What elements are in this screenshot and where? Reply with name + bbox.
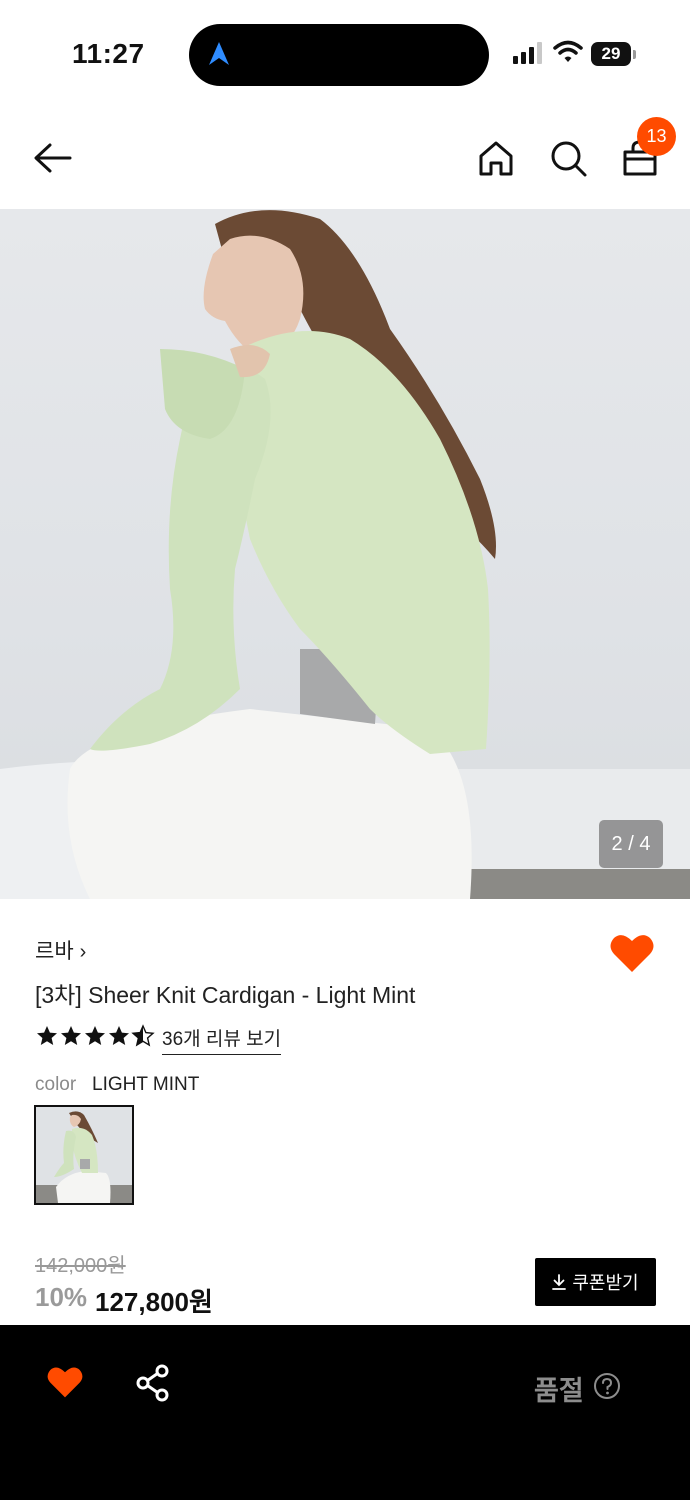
home-icon[interactable] [476,138,516,178]
battery-icon: 29 [591,42,631,66]
star-icon [109,1026,129,1045]
half-star-icon [131,1024,155,1047]
star-icon [61,1026,81,1045]
share-icon[interactable] [135,1364,171,1402]
back-arrow-icon[interactable] [30,138,74,178]
brand-link[interactable]: 르바 › [35,935,86,965]
sold-out-label: 품절 [534,1376,584,1406]
battery-level: 29 [601,44,621,63]
heart-icon[interactable] [46,1365,84,1399]
battery-cap [633,50,636,59]
star-icon [37,1026,57,1045]
color-swatch-thumbnail[interactable] [34,1105,134,1205]
discount-rate: 10% [35,1282,88,1312]
navigation-arrow-icon [209,42,229,65]
original-price: 142,000원 [35,1255,126,1277]
cellular-signal-icon [513,42,542,64]
star-icon [85,1026,105,1045]
dynamic-island [189,24,489,86]
top-nav [0,110,690,210]
clock: 11:27 [72,38,145,69]
wifi-icon [553,40,583,62]
image-page-counter: 2 / 4 [599,820,663,868]
status-bar: 11:27 29 [0,0,690,110]
product-image[interactable] [0,209,690,899]
help-question-icon[interactable] [593,1372,621,1400]
get-coupon-button[interactable]: 쿠폰받기 [535,1258,656,1306]
review-link[interactable]: 36개 리뷰 보기 [162,1024,282,1055]
bottom-action-bar: 품절 [0,1325,690,1500]
model-photo [0,210,690,899]
wishlist-heart-icon[interactable] [609,932,655,974]
brand-name: 르바 [35,940,74,963]
download-icon [552,1274,567,1290]
product-title: [3차] Sheer Knit Cardigan - Light Mint [35,982,416,1008]
sale-price: 127,800원 [95,1287,213,1317]
search-icon[interactable] [548,138,588,178]
swatch-photo [36,1107,132,1203]
cart-count-badge: 13 [637,117,676,156]
coupon-button-label: 쿠폰받기 [572,1273,639,1293]
chevron-right-icon: › [79,941,87,963]
color-value: LIGHT MINT [92,1074,200,1095]
rating-stars [35,1024,155,1048]
color-label: color [35,1074,77,1095]
